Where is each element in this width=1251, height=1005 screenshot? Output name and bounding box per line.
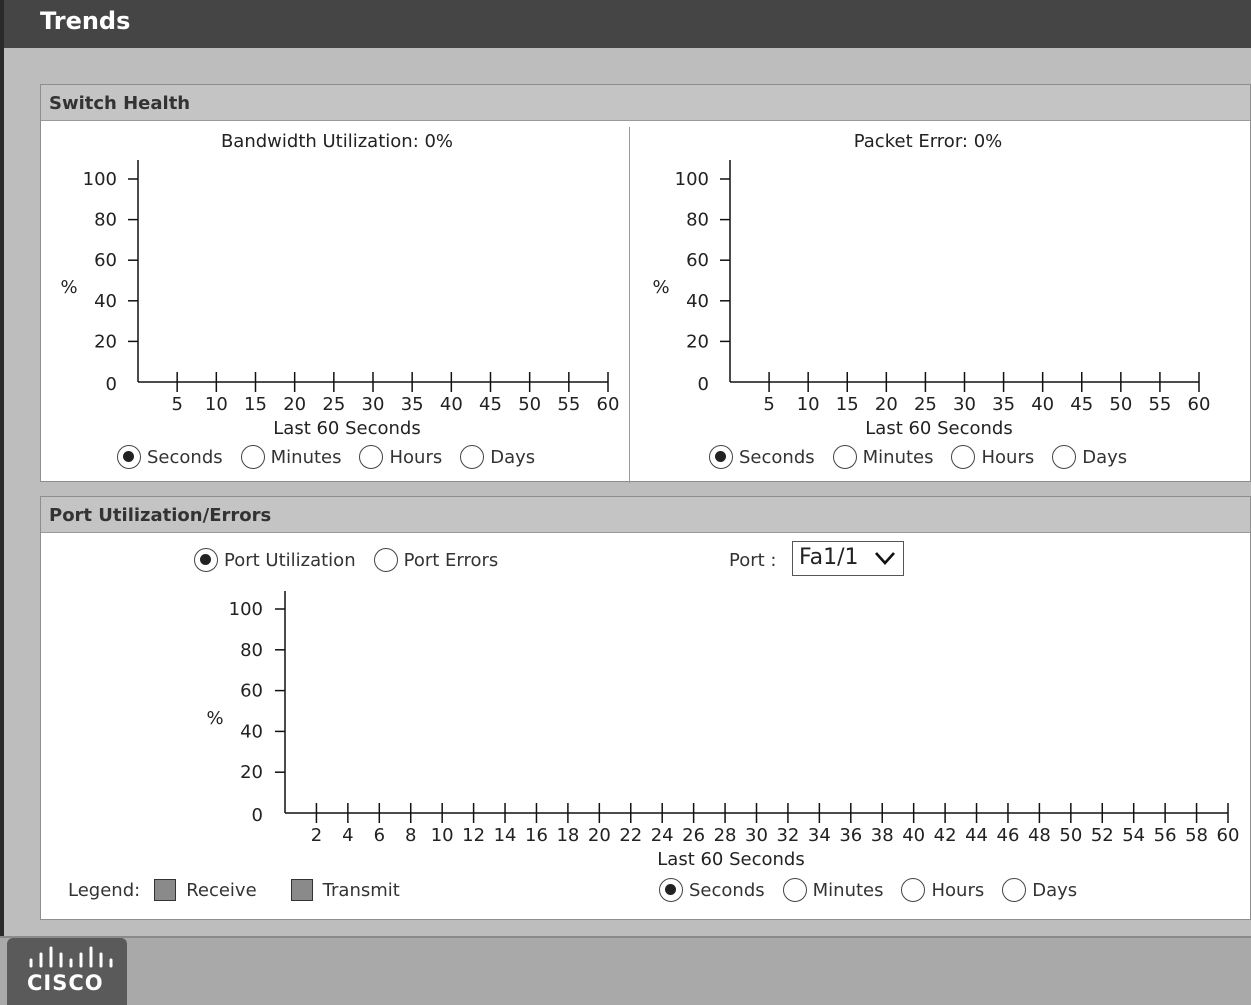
radio-selected-icon[interactable]: [117, 445, 141, 469]
port-select[interactable]: Fa1/1: [792, 541, 904, 576]
switch-health-header: Switch Health: [41, 85, 1250, 121]
radio-icon[interactable]: [359, 445, 384, 469]
legend-item-transmit: Transmit: [322, 879, 400, 901]
title-bar: Trends: [0, 0, 1251, 48]
switch-health-divider: [629, 127, 630, 483]
radio-icon[interactable]: [951, 445, 976, 469]
packet-error-range-seconds[interactable]: Seconds: [709, 445, 815, 469]
cisco-wordmark: CISCO: [27, 971, 104, 995]
bandwidth-range-hours[interactable]: Hours: [359, 445, 442, 469]
legend: Legend: Receive Transmit: [68, 879, 400, 901]
bandwidth-range-minutes[interactable]: Minutes: [240, 445, 341, 469]
cisco-logo: CISCO: [7, 938, 127, 1005]
footer: [0, 936, 1251, 1005]
bandwidth-range-seconds[interactable]: Seconds: [117, 445, 223, 469]
switch-health-panel: Switch Health: [40, 84, 1251, 483]
radio-icon[interactable]: [240, 445, 265, 469]
chevron-down-icon: [875, 552, 895, 565]
packet-error-range-hours[interactable]: Hours: [951, 445, 1034, 469]
radio-selected-icon[interactable]: [659, 878, 683, 902]
bandwidth-range-selector: Seconds Minutes Hours Days: [117, 445, 553, 469]
legend-label: Legend:: [68, 879, 141, 901]
port-mode-selector: Port Utilization Port Errors: [194, 548, 516, 572]
port-range-hours[interactable]: Hours: [901, 878, 984, 902]
radio-icon[interactable]: [901, 878, 926, 902]
port-utilization-header: Port Utilization/Errors: [41, 497, 1250, 533]
radio-selected-icon[interactable]: [194, 548, 218, 572]
packet-error-range-minutes[interactable]: Minutes: [832, 445, 933, 469]
radio-icon[interactable]: [832, 445, 857, 469]
port-mode-errors[interactable]: Port Errors: [373, 548, 498, 572]
radio-selected-icon[interactable]: [709, 445, 733, 469]
bandwidth-range-days[interactable]: Days: [460, 445, 535, 469]
page-title: Trends: [40, 7, 131, 35]
radio-icon[interactable]: [373, 548, 398, 572]
legend-swatch-receive: [154, 879, 177, 901]
port-range-seconds[interactable]: Seconds: [659, 878, 765, 902]
switch-health-title: Switch Health: [49, 93, 191, 114]
legend-swatch-transmit: [290, 879, 313, 901]
radio-icon[interactable]: [1052, 445, 1077, 469]
packet-error-range-selector: Seconds Minutes Hours Days: [709, 445, 1145, 469]
port-range-minutes[interactable]: Minutes: [782, 878, 883, 902]
port-utilization-title: Port Utilization/Errors: [49, 505, 272, 526]
legend-item-receive: Receive: [186, 879, 257, 901]
packet-error-range-days[interactable]: Days: [1052, 445, 1127, 469]
port-label: Port :: [729, 550, 777, 571]
cisco-bars-icon: [29, 946, 113, 968]
port-range-days[interactable]: Days: [1002, 878, 1077, 902]
port-select-value: Fa1/1: [799, 545, 859, 570]
radio-icon[interactable]: [1002, 878, 1027, 902]
port-range-selector: Seconds Minutes Hours Days: [659, 878, 1095, 902]
port-mode-utilization[interactable]: Port Utilization: [194, 548, 356, 572]
radio-icon[interactable]: [460, 445, 485, 469]
radio-icon[interactable]: [782, 878, 807, 902]
